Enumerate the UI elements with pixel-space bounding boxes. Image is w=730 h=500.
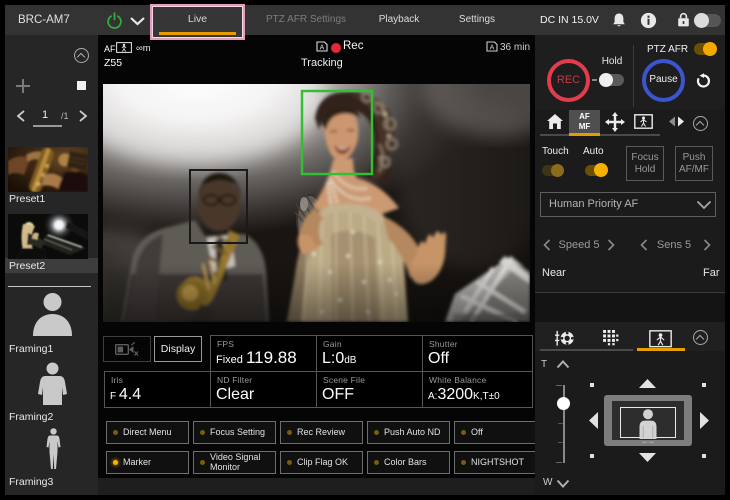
svg-text:A: A: [320, 45, 325, 52]
svg-text:A: A: [490, 45, 495, 52]
